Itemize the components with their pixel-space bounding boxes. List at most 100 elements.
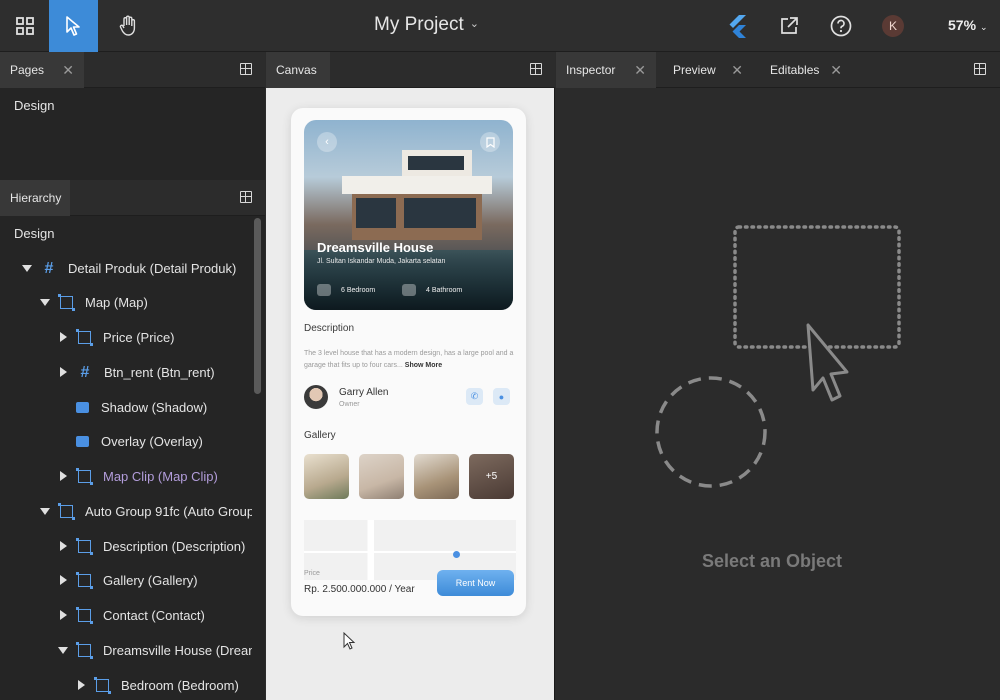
tree-item[interactable]: Description (Description) bbox=[0, 529, 252, 563]
pages-panel-header: Pages ✕ bbox=[0, 52, 265, 88]
house-title: Dreamsville House bbox=[317, 240, 434, 255]
bookmark-button[interactable] bbox=[480, 132, 500, 152]
tab-canvas[interactable]: Canvas bbox=[266, 52, 330, 88]
expand-right-icon[interactable] bbox=[60, 541, 67, 551]
gallery-thumbnail[interactable] bbox=[304, 454, 349, 499]
tab-preview[interactable]: Preview ✕ bbox=[663, 52, 753, 88]
pages-list: Design bbox=[0, 88, 265, 180]
gallery-thumbnail[interactable] bbox=[414, 454, 459, 499]
tab-inspector[interactable]: Inspector ✕ bbox=[556, 52, 656, 88]
tree-item[interactable]: # Btn_rent (Btn_rent) bbox=[0, 355, 252, 389]
rent-now-button[interactable]: Rent Now bbox=[437, 570, 514, 596]
expand-down-icon[interactable] bbox=[40, 298, 50, 306]
chat-button[interactable]: ● bbox=[493, 388, 510, 405]
frame-icon bbox=[94, 676, 111, 694]
chevron-down-icon: ⌄ bbox=[980, 22, 988, 32]
tree-item[interactable]: Bedroom (Bedroom) bbox=[0, 668, 252, 700]
hierarchy-scrollbar[interactable] bbox=[254, 218, 261, 394]
top-toolbar: My Project ⌄ K 57% ⌄ bbox=[0, 0, 1000, 52]
hand-icon bbox=[119, 15, 135, 36]
gallery-more-count: +5 bbox=[485, 471, 498, 482]
panel-layout-icon[interactable] bbox=[240, 63, 252, 75]
bathroom-count: 4 Bathroom bbox=[426, 286, 463, 294]
expand-down-icon[interactable] bbox=[58, 646, 68, 654]
close-icon[interactable]: ✕ bbox=[634, 62, 646, 79]
page-item-design[interactable]: Design bbox=[0, 88, 252, 122]
map-pin-icon bbox=[453, 551, 460, 558]
frame-icon bbox=[76, 641, 93, 659]
hash-icon: # bbox=[44, 259, 54, 277]
hierarchy-tree: Design # Detail Produk (Detail Produk) Ma… bbox=[0, 216, 265, 700]
close-icon[interactable]: ✕ bbox=[731, 62, 743, 79]
expand-right-icon[interactable] bbox=[60, 610, 67, 620]
rectangle-icon bbox=[76, 435, 89, 447]
apps-grid-button[interactable] bbox=[0, 0, 49, 52]
flutter-button[interactable] bbox=[712, 0, 761, 52]
frame-icon bbox=[58, 293, 75, 311]
tab-pages[interactable]: Pages ✕ bbox=[0, 52, 84, 88]
tree-item-label: Price (Price) bbox=[103, 329, 175, 345]
tree-item-label: Gallery (Gallery) bbox=[103, 572, 198, 588]
tree-item[interactable]: Shadow (Shadow) bbox=[0, 390, 252, 424]
price-label: Price bbox=[304, 570, 320, 577]
frame-icon bbox=[76, 467, 93, 485]
expand-right-icon[interactable] bbox=[60, 575, 67, 585]
inspector-panel-header: Inspector ✕ Preview ✕ Editables ✕ bbox=[556, 52, 1000, 88]
tab-label: Hierarchy bbox=[10, 191, 62, 205]
expand-right-icon[interactable] bbox=[60, 367, 67, 377]
expand-down-icon[interactable] bbox=[22, 264, 32, 272]
hand-tool-button[interactable] bbox=[103, 0, 152, 52]
tab-label: Preview bbox=[673, 63, 716, 77]
tree-item-label: Btn_rent (Btn_rent) bbox=[104, 364, 215, 380]
mouse-cursor-icon bbox=[343, 632, 356, 650]
tree-root-design[interactable]: Design bbox=[0, 216, 252, 250]
avatar[interactable]: K bbox=[882, 15, 904, 37]
gallery-more-thumbnail[interactable]: +5 bbox=[469, 454, 514, 499]
tree-item-label: Dreamsville House (Dream bbox=[103, 642, 252, 658]
bath-icon bbox=[402, 284, 416, 296]
frame-icon bbox=[76, 606, 93, 624]
gallery-thumbnail[interactable] bbox=[359, 454, 404, 499]
back-button[interactable]: ‹ bbox=[317, 132, 337, 152]
tree-item-label: Overlay (Overlay) bbox=[101, 433, 203, 449]
expand-right-icon[interactable] bbox=[78, 680, 85, 690]
price-value: Rp. 2.500.000.000 / Year bbox=[304, 584, 415, 595]
tree-item[interactable]: Map Clip (Map Clip) bbox=[0, 459, 252, 493]
panel-layout-icon[interactable] bbox=[530, 63, 542, 75]
select-tool-button[interactable] bbox=[49, 0, 98, 52]
open-external-button[interactable] bbox=[764, 0, 813, 52]
zoom-dropdown[interactable]: 57% ⌄ bbox=[948, 17, 988, 33]
tree-item[interactable]: Overlay (Overlay) bbox=[0, 424, 252, 458]
frame-icon bbox=[76, 328, 93, 346]
app-preview-screen[interactable]: ‹ Dreamsville House Jl. Sultan Iskandar … bbox=[291, 108, 526, 616]
tree-item[interactable]: Price (Price) bbox=[0, 320, 252, 354]
empty-state-message: Select an Object bbox=[702, 551, 843, 571]
hero-image: ‹ Dreamsville House Jl. Sultan Iskandar … bbox=[304, 120, 513, 310]
panel-layout-icon[interactable] bbox=[240, 191, 252, 203]
tree-item[interactable]: Map (Map) bbox=[0, 285, 252, 319]
expand-right-icon[interactable] bbox=[60, 471, 67, 481]
pointer-icon bbox=[65, 16, 80, 36]
hash-icon: # bbox=[80, 363, 90, 381]
description-heading: Description bbox=[304, 323, 355, 334]
tree-item[interactable]: Contact (Contact) bbox=[0, 598, 252, 632]
call-button[interactable]: ✆ bbox=[466, 388, 483, 405]
tree-item[interactable]: Dreamsville House (Dream bbox=[0, 633, 252, 667]
tab-editables[interactable]: Editables ✕ bbox=[760, 52, 852, 88]
show-more-link[interactable]: Show More bbox=[405, 362, 442, 369]
description-text: The 3 level house that has a modern desi… bbox=[304, 348, 516, 372]
tab-hierarchy[interactable]: Hierarchy bbox=[0, 180, 70, 216]
tree-item[interactable]: Auto Group 91fc (Auto Group bbox=[0, 494, 252, 528]
close-icon[interactable]: ✕ bbox=[62, 62, 74, 79]
close-icon[interactable]: ✕ bbox=[830, 62, 842, 79]
tree-item[interactable]: Gallery (Gallery) bbox=[0, 563, 252, 597]
project-title-dropdown[interactable]: My Project ⌄ bbox=[374, 14, 479, 36]
frame-icon bbox=[58, 502, 75, 520]
external-link-icon bbox=[780, 17, 798, 34]
expand-right-icon[interactable] bbox=[60, 332, 67, 342]
panel-layout-icon[interactable] bbox=[974, 63, 986, 75]
expand-down-icon[interactable] bbox=[40, 507, 50, 515]
canvas-panel-header: Canvas bbox=[266, 52, 555, 88]
help-button[interactable] bbox=[816, 0, 865, 52]
tree-item[interactable]: # Detail Produk (Detail Produk) bbox=[0, 251, 252, 285]
